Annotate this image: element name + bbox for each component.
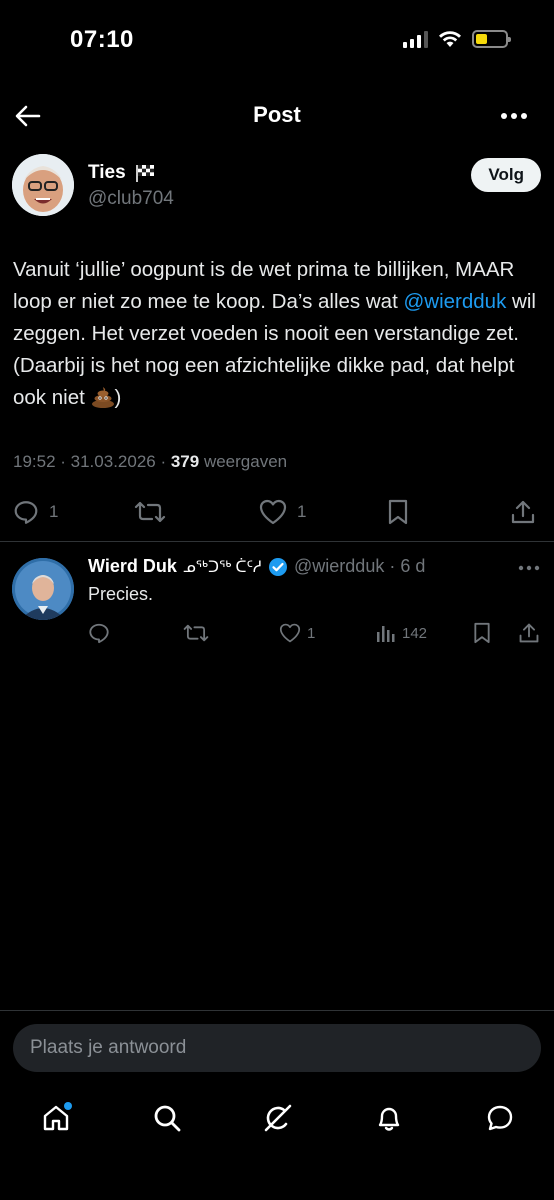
post-actions: 1 1 — [0, 494, 554, 530]
mention-link[interactable]: @wierdduk — [403, 290, 506, 313]
reply-bookmark-button[interactable] — [472, 618, 492, 648]
reply-share-button[interactable] — [518, 618, 540, 648]
reply-reply-button[interactable] — [88, 618, 110, 648]
page-title: Post — [253, 102, 301, 127]
status-icons — [403, 30, 511, 48]
cellular-signal-icon — [403, 30, 428, 48]
verified-badge-icon — [269, 557, 288, 576]
repost-button[interactable] — [134, 494, 166, 530]
reply-handle-time: @wierdduk · 6 d — [294, 556, 426, 576]
reply-actions: 1 142 — [0, 618, 554, 648]
views-label: weergaven — [199, 452, 288, 471]
reply-header: Wierd Duk ᓄᖅᑐᖅ ᑖᑦᓱ @wierdduk · 6 d — [88, 556, 425, 577]
status-bar: 07:10 — [0, 0, 554, 80]
reply-like-button[interactable]: 1 — [279, 618, 315, 648]
author-handle[interactable]: @club704 — [88, 188, 174, 210]
divider — [0, 541, 554, 542]
notification-dot — [64, 1102, 72, 1110]
battery-icon — [472, 30, 511, 48]
post-text-part-3: ) — [114, 386, 122, 409]
bookmark-icon — [474, 622, 490, 644]
share-icon — [511, 500, 535, 524]
views-count: 379 — [170, 452, 200, 471]
more-horizontal-icon — [518, 565, 540, 571]
poop-emoji-icon — [91, 387, 114, 408]
bottom-navigation — [0, 1088, 554, 1148]
nav-notifications[interactable] — [371, 1100, 407, 1136]
reply-count: 1 — [49, 502, 59, 521]
bookmark-icon — [388, 499, 408, 525]
reply-author-name[interactable]: Wierd Duk — [88, 556, 177, 577]
author-avatar[interactable] — [12, 154, 74, 216]
home-indicator — [208, 1180, 346, 1185]
post-meta: 19:52 · 31.03.2026 · 379 weergaven — [13, 452, 287, 472]
author-name[interactable]: Ties — [88, 162, 156, 184]
post-text: Vanuit ‘jullie’ oogpunt is de wet prima … — [13, 254, 543, 414]
follow-button[interactable]: Volg — [471, 158, 541, 192]
repost-icon — [134, 501, 166, 523]
reply-avatar[interactable] — [12, 558, 74, 620]
reply-views-count: 142 — [402, 624, 428, 642]
reply-icon — [89, 623, 109, 644]
notifications-icon — [378, 1107, 400, 1131]
heart-icon — [279, 623, 301, 643]
reply-input[interactable] — [30, 1037, 541, 1059]
share-icon — [519, 623, 539, 643]
reply-views-button[interactable]: 142 — [376, 618, 427, 648]
reply-repost-button[interactable] — [183, 618, 209, 648]
reply-button[interactable]: 1 — [13, 494, 58, 530]
nav-messages[interactable] — [482, 1100, 518, 1136]
reply-icon — [14, 501, 38, 524]
checkered-flag-icon — [135, 165, 154, 182]
analytics-icon — [377, 626, 395, 642]
author-name-text: Ties — [88, 162, 126, 183]
heart-icon — [259, 499, 287, 525]
nav-grok[interactable] — [260, 1100, 296, 1136]
wifi-icon — [439, 31, 461, 47]
reply-more-button[interactable] — [518, 558, 540, 576]
reply-composer[interactable] — [13, 1024, 541, 1072]
grok-icon — [264, 1104, 292, 1132]
post-time-date[interactable]: 19:52 · 31.03.2026 · — [13, 452, 171, 471]
divider — [0, 1010, 554, 1011]
nav-search[interactable] — [149, 1100, 185, 1136]
nav-home[interactable] — [38, 1100, 74, 1136]
like-count: 1 — [297, 502, 307, 521]
more-options-button[interactable] — [498, 100, 530, 132]
bookmark-button[interactable] — [386, 494, 410, 530]
share-button[interactable] — [510, 494, 536, 530]
more-horizontal-icon — [501, 113, 527, 119]
search-icon — [154, 1105, 181, 1132]
reply-author-script: ᓄᖅᑐᖅ ᑖᑦᓱ — [182, 558, 263, 576]
repost-icon — [183, 624, 209, 642]
like-button[interactable]: 1 — [259, 494, 306, 530]
messages-icon — [487, 1105, 513, 1131]
reply-like-count: 1 — [307, 624, 316, 642]
top-app-bar: Post — [0, 92, 554, 138]
status-time: 07:10 — [70, 26, 134, 53]
reply-text: Precies. — [88, 584, 154, 604]
